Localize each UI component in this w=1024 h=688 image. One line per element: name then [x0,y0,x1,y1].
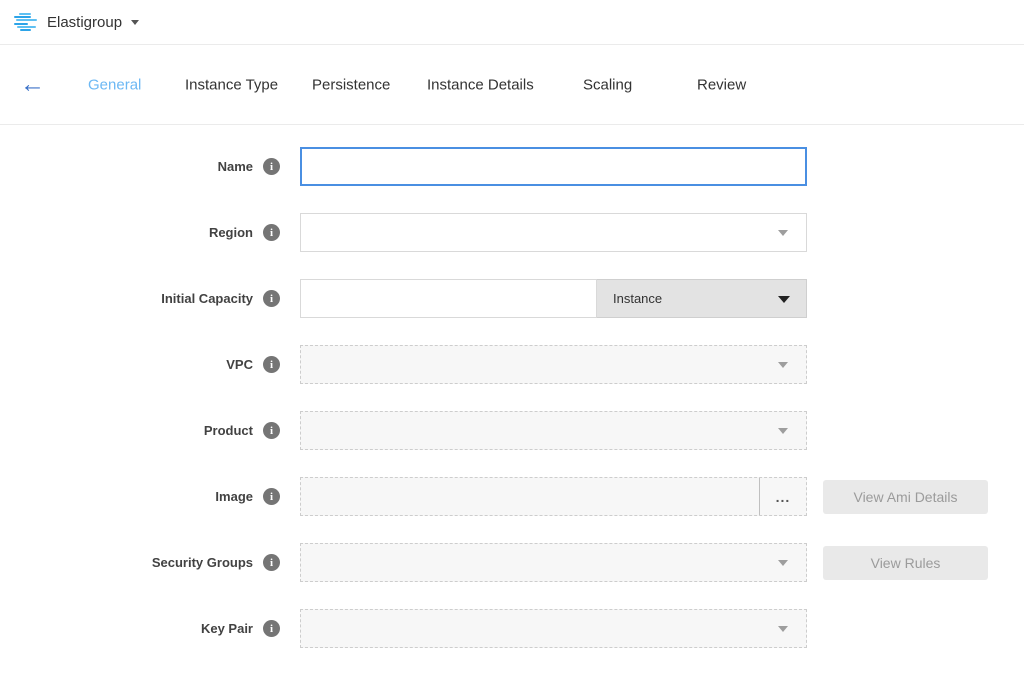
region-select[interactable] [300,213,807,252]
vpc-select [300,345,807,384]
view-ami-details-button[interactable]: View Ami Details [823,480,988,514]
app-switcher-caret-icon[interactable] [131,20,139,25]
app-name: Elastigroup [47,14,122,31]
product-label: Product [204,423,253,438]
region-info-icon[interactable] [263,224,280,241]
elastigroup-logo-icon [14,13,37,32]
image-row: Image ... View Ami Details [0,477,1024,516]
name-row: Name [0,147,1024,186]
tab-instance-type[interactable]: Instance Type [185,76,278,93]
product-info-icon[interactable] [263,422,280,439]
tab-instance-details[interactable]: Instance Details [427,76,534,93]
key-pair-info-icon[interactable] [263,620,280,637]
vpc-row: VPC [0,345,1024,384]
general-form: Name Region Initial Capacity Instance [0,125,1024,648]
wizard-tab-bar: ← General Instance Type Persistence Inst… [0,45,1024,125]
tab-general[interactable]: General [88,76,141,93]
image-info-icon[interactable] [263,488,280,505]
security-groups-select [300,543,807,582]
image-input-value [301,478,760,515]
image-input: ... [300,477,807,516]
initial-capacity-row: Initial Capacity Instance [0,279,1024,318]
security-groups-info-icon[interactable] [263,554,280,571]
image-label: Image [215,489,253,504]
initial-capacity-label: Initial Capacity [161,291,253,306]
name-info-icon[interactable] [263,158,280,175]
vpc-label: VPC [226,357,253,372]
tab-scaling[interactable]: Scaling [583,76,632,93]
capacity-unit-select[interactable]: Instance [597,279,807,318]
tab-review[interactable]: Review [697,76,746,93]
product-select [300,411,807,450]
capacity-unit-value: Instance [613,291,662,306]
region-row: Region [0,213,1024,252]
key-pair-label: Key Pair [201,621,253,636]
back-arrow-icon[interactable]: ← [20,72,45,97]
key-pair-select [300,609,807,648]
view-rules-button[interactable]: View Rules [823,546,988,580]
vpc-info-icon[interactable] [263,356,280,373]
image-browse-button[interactable]: ... [760,478,806,515]
security-groups-row: Security Groups View Rules [0,543,1024,582]
tab-persistence[interactable]: Persistence [312,76,390,93]
region-label: Region [209,225,253,240]
initial-capacity-input[interactable] [300,279,597,318]
key-pair-row: Key Pair [0,609,1024,648]
top-bar: Elastigroup [0,0,1024,45]
capacity-unit-caret-icon [778,296,790,303]
name-label: Name [218,159,253,174]
product-row: Product [0,411,1024,450]
initial-capacity-info-icon[interactable] [263,290,280,307]
name-input[interactable] [300,147,807,186]
security-groups-label: Security Groups [152,555,253,570]
